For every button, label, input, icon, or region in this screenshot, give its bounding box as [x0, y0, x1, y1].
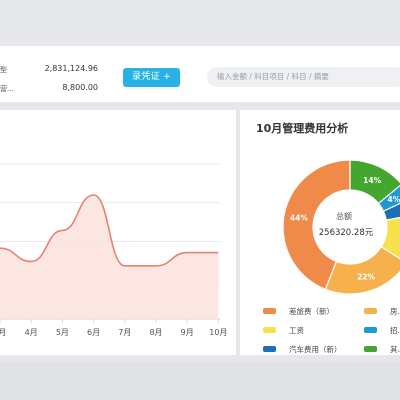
x-tick-label: 8月	[149, 328, 162, 337]
x-tick-label: 3月	[0, 328, 7, 337]
legend-label: 汽车费用（新）	[289, 345, 342, 354]
legend-swatch	[263, 327, 276, 333]
legend-label: 工资	[289, 326, 304, 335]
legend-label: 招…	[390, 326, 400, 335]
search-input[interactable]: 输入金额 / 科目项目 / 科目 / 摘要	[207, 67, 400, 87]
donut-chart-title: 10月管理费用分析	[256, 122, 349, 135]
add-voucher-button[interactable]: 录凭证 +	[123, 68, 180, 87]
x-tick-label: 10月	[209, 328, 227, 337]
expense-analysis-card	[240, 110, 400, 355]
legend-swatch	[263, 308, 276, 314]
summary-label-1: 型	[0, 66, 7, 74]
legend-label: 房…	[390, 307, 400, 316]
legend-label: 其…	[390, 345, 400, 354]
top-bar	[0, 0, 400, 46]
summary-label-2: 营…	[0, 85, 14, 93]
trend-chart: 3月 4月 5月 6月 7月 8月 9月 10月	[0, 163, 227, 337]
legend-swatch	[364, 308, 377, 314]
trend-chart-card: 3月 4月 5月 6月 7月 8月 9月 10月	[0, 110, 236, 355]
bottom-bar	[0, 362, 400, 400]
summary-value-2: 8,800.00	[62, 83, 98, 92]
legend-swatch	[364, 346, 377, 352]
summary-value-1: 2,831,124.96	[44, 64, 98, 73]
x-tick-label: 5月	[56, 328, 69, 337]
x-tick-label: 9月	[181, 328, 194, 337]
legend-swatch	[364, 327, 377, 333]
legend-label: 差旅费（新）	[289, 307, 334, 316]
trend-area	[0, 195, 219, 319]
x-tick-label: 6月	[87, 328, 100, 337]
legend-swatch	[263, 346, 276, 352]
x-tick-label: 7月	[118, 328, 131, 337]
x-tick-label: 4月	[25, 328, 38, 337]
